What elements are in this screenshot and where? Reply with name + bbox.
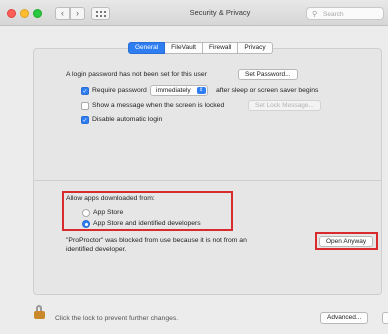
close-window-button[interactable] [7, 9, 16, 18]
forward-button[interactable]: › [70, 7, 85, 20]
radio-app-store[interactable] [82, 209, 90, 217]
set-lock-message-button[interactable]: Set Lock Message... [248, 100, 321, 111]
chevron-right-icon: › [76, 8, 79, 18]
lock-instruction-text: Click the lock to prevent further change… [55, 315, 179, 322]
require-password-delay-value: immediately [156, 87, 191, 94]
general-panel [33, 48, 382, 295]
app-store-label: App Store [93, 209, 124, 216]
disable-auto-login-checkbox[interactable]: ✓ [81, 116, 89, 124]
preferences-window: ‹ › Security & Privacy ⚲ Search General … [0, 0, 388, 334]
chevron-updown-icon: ⇕ [196, 87, 206, 94]
open-anyway-button[interactable]: Open Anyway [319, 236, 374, 247]
help-button[interactable] [382, 312, 388, 324]
tab-general[interactable]: General [128, 42, 166, 54]
chevron-left-icon: ‹ [61, 8, 64, 18]
set-password-button[interactable]: Set Password... [238, 69, 298, 80]
show-message-label: Show a message when the screen is locked [92, 102, 225, 109]
advanced-button[interactable]: Advanced... [320, 312, 369, 324]
require-password-checkbox[interactable]: ✓ [81, 87, 89, 95]
tab-privacy[interactable]: Privacy [238, 42, 273, 54]
disable-auto-login-label: Disable automatic login [92, 116, 163, 123]
search-placeholder: Search [323, 10, 344, 18]
grid-icon [96, 11, 106, 17]
minimize-window-button[interactable] [20, 9, 29, 18]
require-password-label: Require password [92, 87, 147, 94]
section-divider [33, 180, 382, 181]
lock-icon[interactable] [34, 305, 46, 319]
tab-bar: General FileVault Firewall Privacy [128, 42, 273, 54]
tab-firewall[interactable]: Firewall [202, 42, 239, 54]
back-button[interactable]: ‹ [55, 7, 70, 20]
show-message-checkbox[interactable] [81, 102, 89, 110]
allow-apps-heading: Allow apps downloaded from: [66, 195, 155, 202]
search-input[interactable]: ⚲ Search [306, 7, 384, 20]
app-store-identified-label: App Store and identified developers [93, 220, 201, 227]
login-password-text: A login password has not been set for th… [66, 71, 207, 78]
require-password-delay-select[interactable]: immediately ⇕ [150, 85, 208, 96]
blocked-message-line2: identified developer. [66, 246, 127, 253]
radio-app-store-identified[interactable] [82, 220, 90, 228]
search-icon: ⚲ [312, 11, 318, 18]
show-all-button[interactable] [91, 7, 110, 20]
window-title: Security & Privacy [189, 8, 251, 17]
title-bar: ‹ › Security & Privacy ⚲ Search [0, 0, 388, 26]
zoom-window-button[interactable] [33, 9, 42, 18]
require-password-suffix: after sleep or screen saver begins [216, 87, 319, 94]
tab-filevault[interactable]: FileVault [165, 42, 203, 54]
